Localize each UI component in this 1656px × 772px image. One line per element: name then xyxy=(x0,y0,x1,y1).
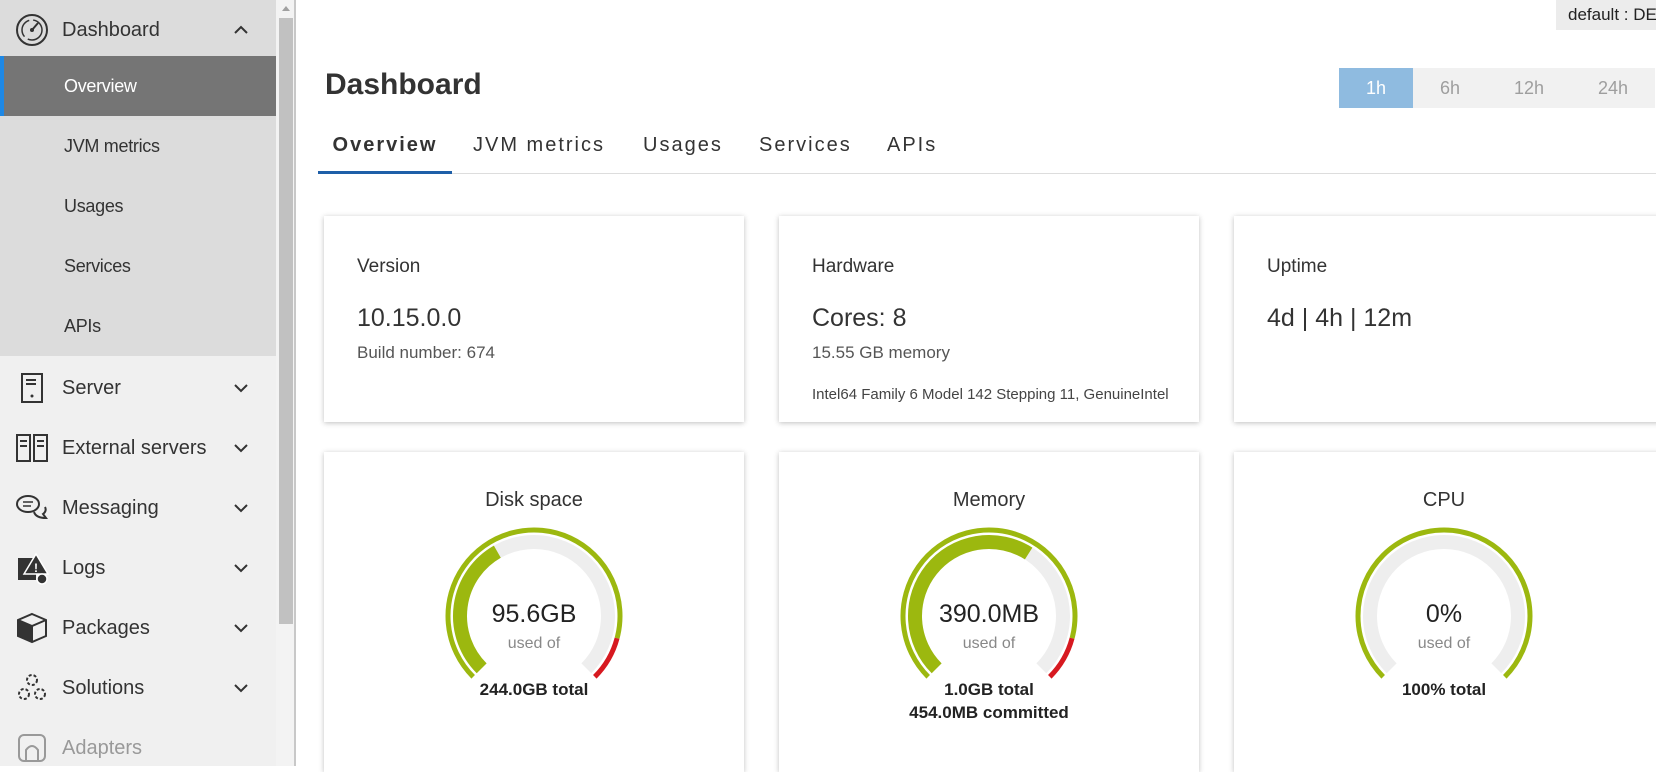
cpu-used-of: used of xyxy=(1417,635,1471,652)
memory-used-value: 390.0MB xyxy=(938,600,1040,628)
chevron-down-icon[interactable] xyxy=(232,619,250,637)
nav-messaging-label: Messaging xyxy=(62,496,159,519)
sidebar-item-usages[interactable]: Usages xyxy=(0,176,276,236)
hardware-title: Hardware xyxy=(812,256,895,277)
tab-bar: Overview JVM metrics Usages Services API… xyxy=(318,124,1656,174)
sidebar-item-services[interactable]: Services xyxy=(0,236,276,296)
range-6h-button[interactable]: 6h xyxy=(1413,68,1487,108)
tab-usages[interactable]: Usages xyxy=(643,134,723,174)
nav-adapters-label: Adapters xyxy=(62,736,143,759)
uptime-value: 4d | 4h | 12m xyxy=(1267,304,1413,332)
nav-adapters[interactable]: Adapters xyxy=(0,718,276,766)
nav-messaging[interactable]: Messaging xyxy=(0,478,276,538)
tab-services[interactable]: Services xyxy=(759,134,852,174)
nav-packages-label: Packages xyxy=(62,616,150,639)
messaging-icon xyxy=(16,495,49,520)
nav-dashboard[interactable]: Dashboard xyxy=(0,0,276,60)
memory-title: Memory xyxy=(952,489,1026,511)
sidebar: Dashboard Overview JVM metrics Usages Se… xyxy=(0,0,276,766)
logs-icon: ! xyxy=(18,552,50,585)
nav-packages[interactable]: Packages xyxy=(0,598,276,658)
sidebar-item-overview[interactable]: Overview xyxy=(0,56,276,116)
sidebar-item-label: Usages xyxy=(64,195,124,216)
cpu-title: CPU xyxy=(1422,489,1466,511)
memory-committed: 454.0MB committed xyxy=(909,703,1069,722)
build-number: Build number: 674 xyxy=(357,343,495,362)
solutions-icon xyxy=(18,674,46,700)
memory-total: 1.0GB total xyxy=(944,680,1034,699)
tenant-label[interactable]: default : DE xyxy=(1556,0,1656,30)
sidebar-item-label: JVM metrics xyxy=(64,135,160,156)
packages-icon xyxy=(17,612,47,644)
cpu-model: Intel64 Family 6 Model 142 Stepping 11, … xyxy=(812,386,1169,403)
main-content: default : DE Dashboard 1h 6h 12h 24h Ove… xyxy=(298,0,1656,772)
scrollbar-thumb[interactable] xyxy=(279,18,293,624)
sidebar-item-jvm-metrics[interactable]: JVM metrics xyxy=(0,116,276,176)
chevron-down-icon[interactable] xyxy=(232,559,250,577)
range-1h-button[interactable]: 1h xyxy=(1339,68,1413,108)
tab-jvm-metrics[interactable]: JVM metrics xyxy=(473,134,605,174)
disk-used-value: 95.6GB xyxy=(491,600,577,628)
scroll-up-arrow-icon[interactable] xyxy=(276,0,296,18)
nav-server-label: Server xyxy=(62,376,121,399)
nav-solutions-label: Solutions xyxy=(62,676,145,699)
chevron-down-icon[interactable] xyxy=(232,679,250,697)
uptime-title: Uptime xyxy=(1267,256,1328,277)
version-card: Version 10.15.0.0 Build number: 674 xyxy=(324,216,744,422)
dashboard-icon xyxy=(16,14,48,46)
sidebar-scrollbar[interactable] xyxy=(276,0,296,766)
nav-external-servers-label: External servers xyxy=(62,436,207,459)
tab-overview[interactable]: Overview xyxy=(318,134,452,174)
memory-card: Memory 390.0MB used of 1.0GB total 454.0… xyxy=(779,452,1199,772)
sidebar-item-label: APIs xyxy=(64,315,101,336)
range-24h-button[interactable]: 24h xyxy=(1571,68,1655,108)
server-icon xyxy=(21,373,43,403)
uptime-card: Uptime 4d | 4h | 12m xyxy=(1234,216,1656,422)
memory-used-of: used of xyxy=(962,635,1016,652)
version-title: Version xyxy=(357,256,421,277)
version-value: 10.15.0.0 xyxy=(357,304,462,332)
cpu-total: 100% total xyxy=(1401,680,1487,699)
adapters-icon xyxy=(18,734,46,762)
nav-solutions[interactable]: Solutions xyxy=(0,658,276,718)
cpu-used-value: 0% xyxy=(1425,600,1463,628)
sidebar-item-apis[interactable]: APIs xyxy=(0,296,276,356)
cores-value: Cores: 8 xyxy=(812,304,907,332)
cpu-card: CPU 0% used of 100% total xyxy=(1234,452,1656,772)
nav-dashboard-label: Dashboard xyxy=(62,18,160,41)
disk-used-of: used of xyxy=(507,635,561,652)
disk-space-title: Disk space xyxy=(485,489,583,511)
memory-size: 15.55 GB memory xyxy=(812,343,950,362)
svg-text:!: ! xyxy=(34,561,38,575)
nav-external-servers[interactable]: External servers xyxy=(0,418,276,478)
nav-server[interactable]: Server xyxy=(0,358,276,418)
nav-logs-label: Logs xyxy=(62,556,106,579)
hardware-card: Hardware Cores: 8 15.55 GB memory Intel6… xyxy=(779,216,1199,422)
page-title: Dashboard xyxy=(325,68,482,101)
disk-space-card: Disk space 95.6GB used of 244.0GB total xyxy=(324,452,744,772)
sidebar-item-label: Services xyxy=(64,255,131,276)
external-servers-icon xyxy=(16,434,48,462)
range-12h-button[interactable]: 12h xyxy=(1487,68,1571,108)
tab-apis[interactable]: APIs xyxy=(887,134,937,174)
sidebar-item-label: Overview xyxy=(64,75,137,96)
nav-logs[interactable]: ! Logs xyxy=(0,538,276,598)
chevron-up-icon[interactable] xyxy=(232,21,250,39)
chevron-down-icon[interactable] xyxy=(232,439,250,457)
chevron-down-icon[interactable] xyxy=(232,499,250,517)
disk-total: 244.0GB total xyxy=(479,680,589,699)
chevron-down-icon[interactable] xyxy=(232,379,250,397)
time-range-selector: 1h 6h 12h 24h xyxy=(1339,68,1655,108)
